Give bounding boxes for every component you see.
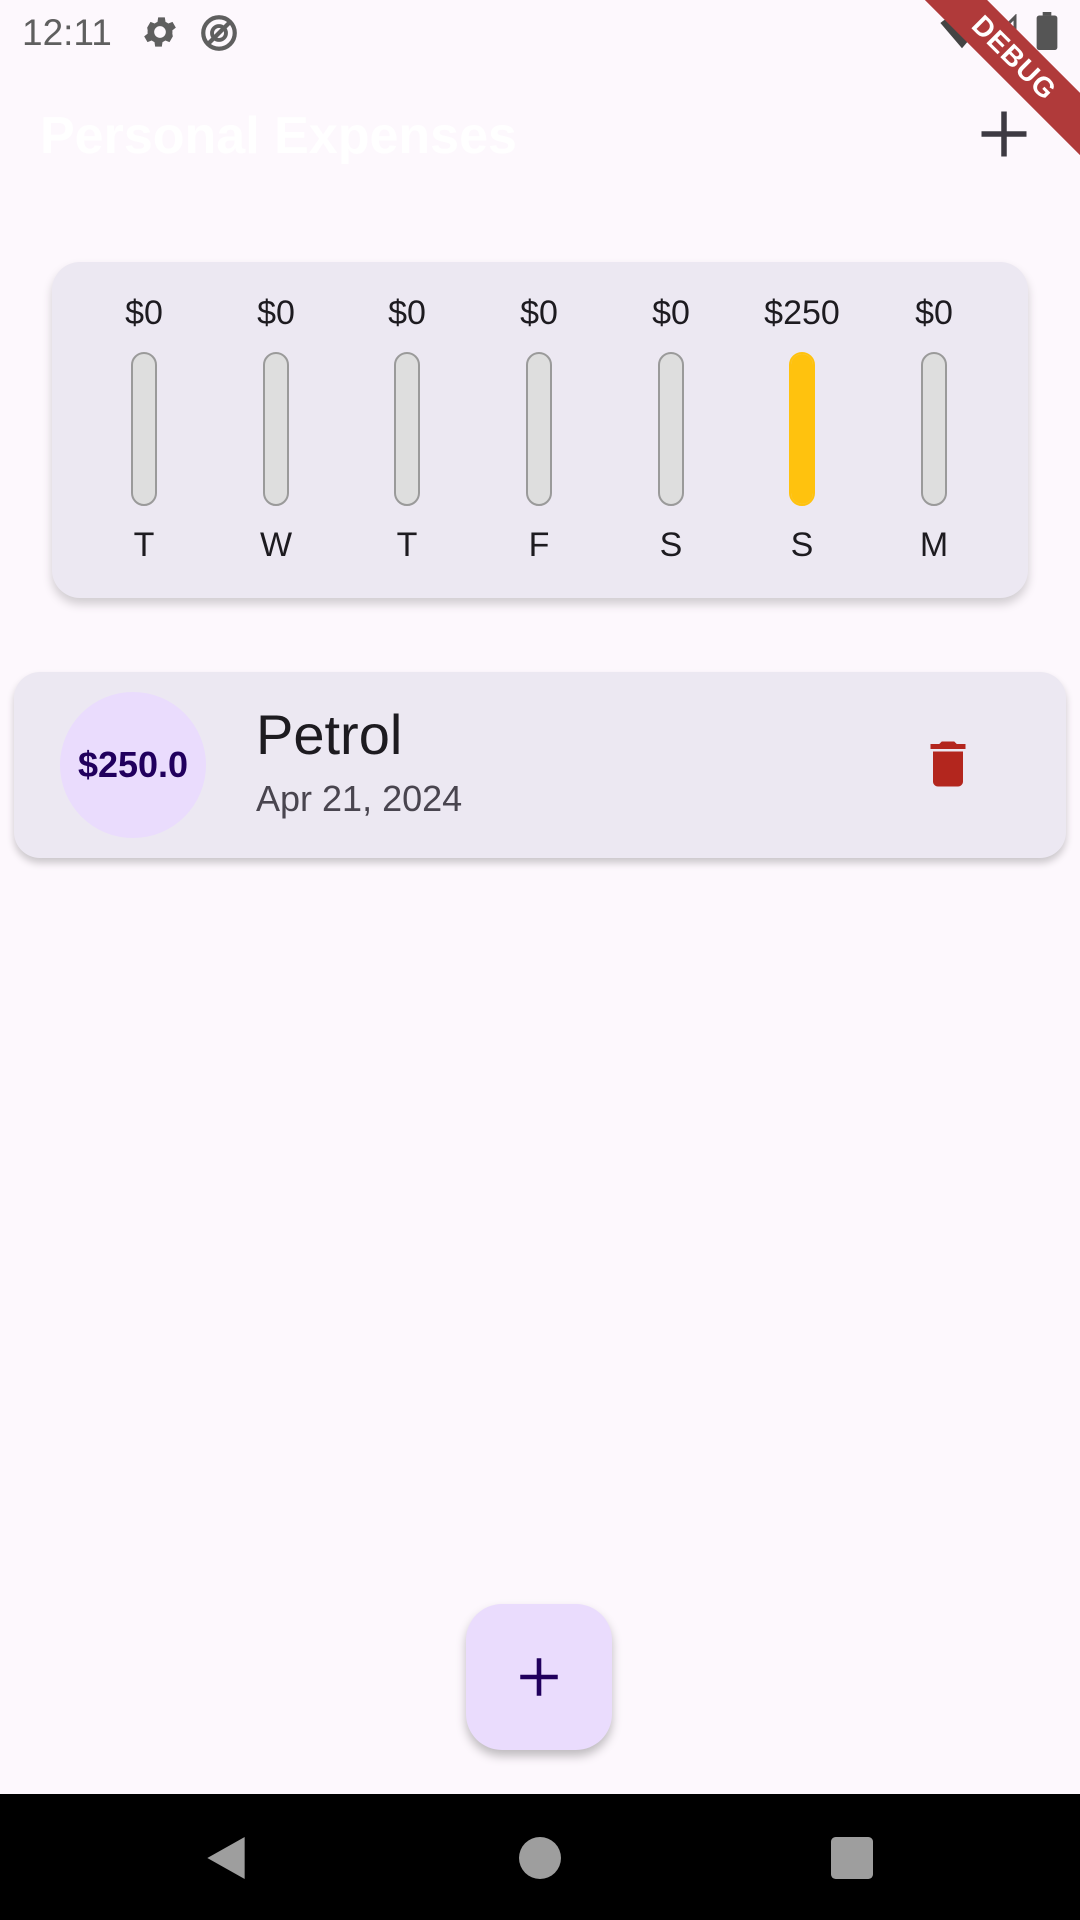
status-bar: 12:11 DEBUG: [0, 0, 1080, 166]
system-nav-bar: [0, 1794, 1080, 1920]
add-fab[interactable]: [466, 1604, 612, 1750]
chart-bar: $0 S: [606, 294, 736, 574]
bar-day-label: T: [133, 526, 155, 564]
add-expense-button[interactable]: [974, 104, 1034, 164]
transaction-title: Petrol: [256, 703, 403, 766]
transaction-card[interactable]: $250.0 Petrol Apr 21, 2024: [14, 672, 1066, 858]
bar-day-label: T: [396, 526, 418, 564]
bar-track: [131, 352, 157, 506]
bar-amount: $0: [652, 294, 690, 332]
bar-track: [526, 352, 552, 506]
status-time: 12:11: [22, 12, 112, 53]
back-button[interactable]: [198, 1830, 254, 1886]
chart-bar: $0 T: [79, 294, 209, 574]
transaction-amount: $250.0: [77, 744, 189, 785]
transaction-date: Apr 21, 2024: [256, 778, 463, 819]
bar-fill: [791, 354, 813, 504]
recents-button[interactable]: [824, 1830, 880, 1886]
bar-track: [921, 352, 947, 506]
bar-day-label: M: [919, 526, 949, 564]
chart-bar: $0 M: [869, 294, 999, 574]
trash-icon: [930, 741, 966, 787]
chart-bar: $250 S: [737, 294, 867, 574]
back-icon: [207, 1837, 245, 1879]
home-button[interactable]: [512, 1830, 568, 1886]
bar-track: [789, 352, 815, 506]
bar-day-label: F: [528, 526, 550, 564]
delete-button[interactable]: [918, 734, 978, 794]
bar-day-label: S: [790, 526, 814, 564]
chart-bar: $0 F: [474, 294, 604, 574]
chart-bar: $0 W: [211, 294, 341, 574]
bar-amount: $0: [125, 294, 163, 332]
recents-icon: [831, 1837, 873, 1879]
home-icon: [519, 1837, 561, 1879]
do-not-disturb-icon: [198, 12, 240, 59]
battery-icon: [1036, 12, 1058, 55]
bar-amount: $0: [388, 294, 426, 332]
bar-track: [263, 352, 289, 506]
weekly-chart-card: $0 T $0 W $0 T $0 F $0 S $250 S $0 M: [52, 262, 1028, 598]
chart-bar: $0 T: [342, 294, 472, 574]
bar-amount: $250: [764, 294, 840, 332]
bar-amount: $0: [520, 294, 558, 332]
bar-amount: $0: [257, 294, 295, 332]
app-bar: Personal Expenses: [0, 64, 1080, 208]
plus-icon: [520, 1658, 558, 1696]
gear-icon: [140, 12, 180, 57]
bar-track: [394, 352, 420, 506]
amount-avatar: $250.0: [60, 692, 206, 838]
bar-track: [658, 352, 684, 506]
bar-day-label: S: [659, 526, 683, 564]
bar-day-label: W: [259, 526, 293, 564]
bar-amount: $0: [915, 294, 953, 332]
page-title: Personal Expenses: [40, 107, 517, 165]
plus-icon: [981, 111, 1027, 157]
